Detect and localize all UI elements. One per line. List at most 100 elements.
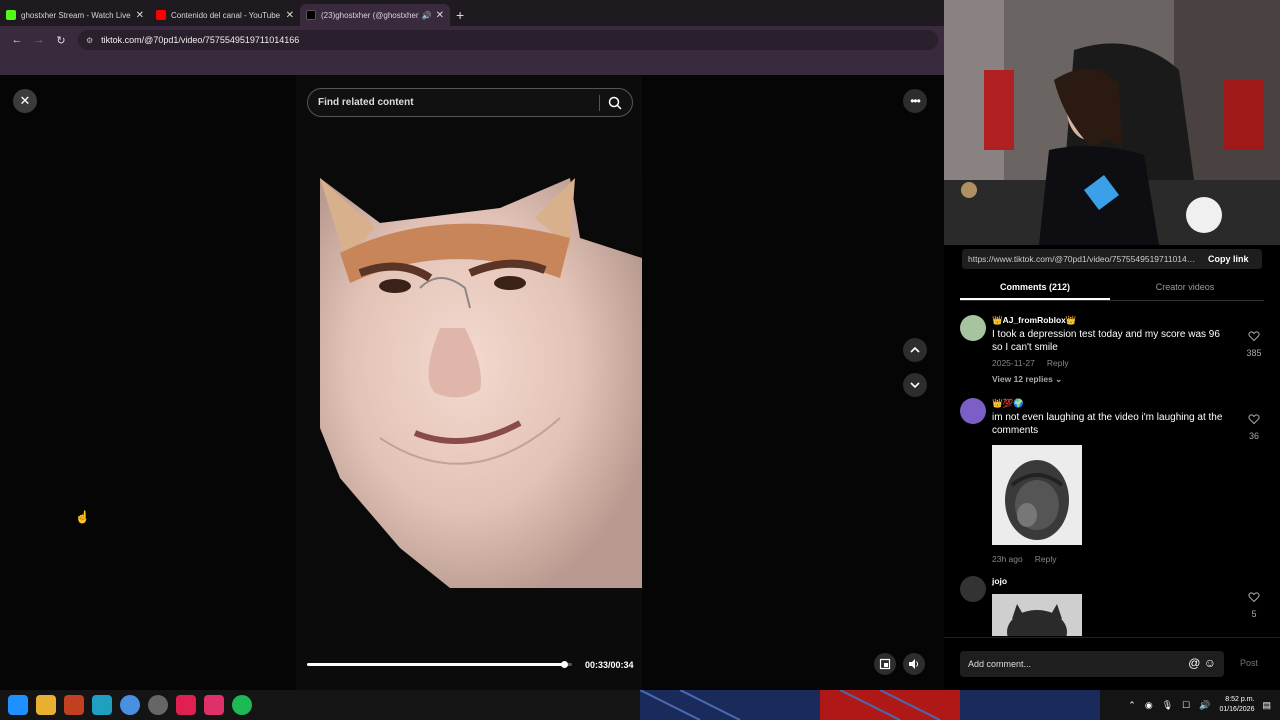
comments-panel: https://www.tiktok.com/@70pd1/video/7575… xyxy=(944,245,1280,690)
chevron-up-icon[interactable]: ⌃ xyxy=(1128,700,1136,711)
chevron-down-icon xyxy=(910,382,920,389)
app-icon[interactable] xyxy=(176,695,196,715)
windows-taskbar: ⌃ ◉ 🎙 ☐ 🔊 8:52 p.m. 01/16/2026 ▤ xyxy=(0,690,1280,720)
tiktok-icon[interactable] xyxy=(204,695,224,715)
url-text: tiktok.com/@70pd1/video/7575549519711014… xyxy=(101,35,300,45)
system-tray: ⌃ ◉ 🎙 ☐ 🔊 8:52 p.m. 01/16/2026 ▤ xyxy=(1128,690,1280,720)
youtube-favicon-icon xyxy=(156,10,166,20)
tab-comments[interactable]: Comments (212) xyxy=(960,279,1110,300)
view-replies-button[interactable]: View 12 replies ⌄ xyxy=(992,374,1232,385)
progress-handle[interactable] xyxy=(561,661,569,668)
close-tab-icon[interactable]: ✕ xyxy=(136,10,144,21)
comment-image[interactable] xyxy=(992,594,1082,636)
taskbar-wallpaper xyxy=(640,690,1100,720)
clock[interactable]: 8:52 p.m. 01/16/2026 xyxy=(1219,695,1254,715)
volume-icon xyxy=(909,659,918,669)
more-options-button[interactable]: ••• xyxy=(903,89,927,113)
site-info-icon[interactable]: ⚙ xyxy=(86,36,93,45)
like-button[interactable]: 5 xyxy=(1244,590,1264,619)
app-icon[interactable] xyxy=(92,695,112,715)
tiktok-viewer: ✕ Find related content ••• 00:33/00:34 ☝ xyxy=(0,75,944,690)
share-link-row: https://www.tiktok.com/@70pd1/video/7575… xyxy=(962,249,1262,269)
post-button[interactable]: Post xyxy=(1240,658,1258,668)
avatar[interactable] xyxy=(960,398,986,424)
chrome-icon[interactable] xyxy=(120,695,140,715)
like-button[interactable]: 385 xyxy=(1244,329,1264,358)
speaker-icon[interactable]: 🔊 xyxy=(422,11,432,20)
heart-icon xyxy=(1248,414,1260,425)
mention-icon[interactable]: @ xyxy=(1188,656,1200,670)
notification-icon[interactable]: ▤ xyxy=(1262,700,1271,711)
comment-date: 2025-11-27 xyxy=(992,358,1035,368)
webcam-feed xyxy=(944,0,1280,245)
avatar[interactable] xyxy=(960,315,986,341)
video-player[interactable] xyxy=(320,178,642,588)
add-comment-input[interactable]: Add comment... @ ☺ xyxy=(960,651,1224,677)
tab-youtube[interactable]: Contenido del canal - YouTube ✕ xyxy=(150,4,300,26)
reply-button[interactable]: Reply xyxy=(1035,554,1057,564)
speaker-icon[interactable]: 🔊 xyxy=(1199,700,1210,711)
microphone-icon[interactable]: 🎙 xyxy=(1162,700,1173,711)
new-tab-button[interactable]: + xyxy=(456,4,464,26)
video-progress-bar[interactable] xyxy=(307,661,572,668)
ellipsis-icon: ••• xyxy=(910,94,921,108)
comment-item: 👑💯🌍 im not even laughing at the video i'… xyxy=(960,398,1264,568)
avatar[interactable] xyxy=(960,576,986,602)
clock-time: 8:52 p.m. xyxy=(1225,696,1255,703)
spotify-icon[interactable] xyxy=(232,695,252,715)
like-count: 385 xyxy=(1246,348,1262,358)
heart-icon xyxy=(1248,331,1260,342)
address-bar: ← → ↻ ⚙ tiktok.com/@70pd1/video/75755495… xyxy=(0,26,944,54)
add-comment-placeholder: Add comment... xyxy=(968,659,1032,669)
comment-author[interactable]: jojo xyxy=(992,576,1232,586)
video-time: 00:33/00:34 xyxy=(585,660,634,670)
url-field[interactable]: ⚙ tiktok.com/@70pd1/video/75755495197110… xyxy=(78,30,938,50)
tiktok-favicon-icon xyxy=(306,10,316,20)
search-input[interactable]: Find related content xyxy=(307,88,633,117)
close-tab-icon[interactable]: ✕ xyxy=(286,10,294,21)
comment-date: 23h ago xyxy=(992,554,1023,564)
file-explorer-icon[interactable] xyxy=(36,695,56,715)
comment-tabs: Comments (212) Creator videos xyxy=(960,279,1264,301)
volume-button[interactable] xyxy=(903,653,925,675)
reload-icon[interactable]: ↻ xyxy=(50,34,72,47)
tab-kick[interactable]: ghostxher Stream - Watch Live ✕ xyxy=(0,4,150,26)
settings-icon[interactable] xyxy=(148,695,168,715)
pip-button[interactable] xyxy=(874,653,896,675)
like-count: 5 xyxy=(1251,609,1257,619)
like-button[interactable]: 36 xyxy=(1244,412,1264,441)
tab-label: Contenido del canal - YouTube xyxy=(171,10,281,20)
next-video-button[interactable] xyxy=(903,373,927,397)
reply-button[interactable]: Reply xyxy=(1047,358,1069,368)
comment-image[interactable] xyxy=(992,445,1082,545)
browser-tab-bar: ghostxher Stream - Watch Live ✕ Contenid… xyxy=(0,0,944,26)
copy-link-button[interactable]: Copy link xyxy=(1196,254,1249,264)
heart-icon xyxy=(1248,592,1260,603)
comment-item: 👑AJ_fromRoblox👑 I took a depression test… xyxy=(960,315,1264,390)
emoji-icon[interactable]: ☺ xyxy=(1204,656,1216,670)
comment-author[interactable]: 👑AJ_fromRoblox👑 xyxy=(992,315,1232,326)
tab-creator-videos[interactable]: Creator videos xyxy=(1110,279,1260,300)
tab-label: ghostxher Stream - Watch Live xyxy=(21,10,131,20)
close-button[interactable]: ✕ xyxy=(13,89,37,113)
network-icon[interactable]: ◉ xyxy=(1145,700,1153,711)
browser-toolbar-spacer xyxy=(0,54,944,75)
comment-text: I took a depression test today and my sc… xyxy=(992,329,1220,353)
comment-item: jojo 5 xyxy=(960,576,1264,636)
add-comment-bar: Add comment... @ ☺ Post xyxy=(944,637,1280,690)
close-tab-icon[interactable]: ✕ xyxy=(436,10,444,21)
comment-author[interactable]: 👑💯🌍 xyxy=(992,398,1232,409)
forward-arrow-icon[interactable]: → xyxy=(28,34,50,46)
like-count: 36 xyxy=(1248,431,1259,441)
chevron-up-icon xyxy=(910,346,920,353)
kick-favicon-icon xyxy=(6,10,16,20)
picture-in-picture-icon xyxy=(879,658,891,670)
search-icon[interactable] xyxy=(608,96,622,110)
back-arrow-icon[interactable]: ← xyxy=(6,34,28,46)
tab-tiktok[interactable]: (23)ghostxher (@ghostxher) 🔊 ✕ xyxy=(300,4,450,26)
wifi-icon[interactable]: ☐ xyxy=(1182,700,1190,711)
app-icon[interactable] xyxy=(64,695,84,715)
previous-video-button[interactable] xyxy=(903,338,927,362)
clock-date: 01/16/2026 xyxy=(1219,706,1255,713)
start-button-icon[interactable] xyxy=(8,695,28,715)
